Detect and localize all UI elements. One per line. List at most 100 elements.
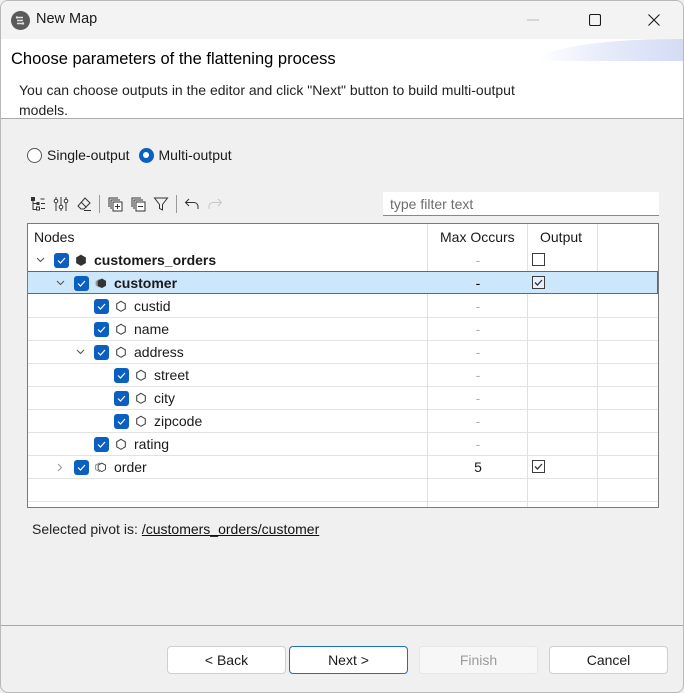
node-checkbox[interactable] bbox=[94, 344, 109, 360]
element-multi-outline-icon bbox=[95, 460, 107, 474]
finish-button[interactable]: Finish bbox=[419, 646, 538, 674]
cancel-button[interactable]: Cancel bbox=[549, 646, 668, 674]
element-outline-icon bbox=[115, 299, 127, 313]
node-checkbox[interactable] bbox=[114, 390, 129, 406]
expand-all-button[interactable] bbox=[106, 194, 124, 214]
node-label: customers_orders bbox=[94, 252, 217, 268]
filter-button[interactable] bbox=[152, 194, 170, 214]
node-label: address bbox=[134, 344, 184, 360]
new-map-dialog: New Map Choose parameters of the flatten… bbox=[0, 0, 684, 693]
tree-row[interactable]: street - bbox=[28, 364, 658, 387]
back-button[interactable]: < Back bbox=[167, 646, 286, 674]
node-cell: city bbox=[94, 387, 175, 409]
max-occurs-value: - bbox=[475, 390, 481, 406]
tree-row[interactable]: name - bbox=[28, 318, 658, 341]
tree-row[interactable]: address - bbox=[28, 341, 658, 364]
column-header-output[interactable]: Output bbox=[540, 224, 582, 249]
redo-icon bbox=[208, 198, 223, 209]
redo-button[interactable] bbox=[206, 194, 224, 214]
element-outline-icon bbox=[135, 368, 147, 382]
selected-pivot: Selected pivot is:/customers_orders/cust… bbox=[32, 521, 319, 537]
tree-row[interactable]: customers_orders - bbox=[28, 249, 658, 272]
filter-icon bbox=[153, 197, 169, 211]
node-cell: order bbox=[54, 456, 147, 478]
clear-button[interactable] bbox=[75, 194, 93, 214]
single-output-radio[interactable]: Single-output bbox=[27, 147, 130, 163]
output-checkbox[interactable] bbox=[532, 460, 545, 473]
node-label: rating bbox=[134, 436, 170, 452]
node-checkbox[interactable] bbox=[94, 298, 109, 314]
single-output-label: Single-output bbox=[47, 147, 130, 163]
column-header-max-occurs[interactable]: Max Occurs bbox=[440, 224, 515, 249]
node-checkbox[interactable] bbox=[114, 413, 129, 429]
max-occurs-value: - bbox=[475, 367, 481, 383]
tree-row[interactable]: city - bbox=[28, 387, 658, 410]
adjust-sliders-icon bbox=[53, 197, 69, 211]
radio-checked-icon bbox=[138, 147, 154, 163]
pivot-label: Selected pivot is: bbox=[32, 521, 138, 537]
max-occurs-value: - bbox=[475, 436, 481, 452]
node-checkbox[interactable] bbox=[54, 252, 69, 268]
toolbar-separator bbox=[176, 195, 177, 213]
tree-structure-button[interactable] bbox=[29, 194, 47, 214]
tree-row[interactable]: customer - bbox=[28, 271, 658, 294]
element-filled-icon bbox=[75, 253, 87, 267]
node-label: zipcode bbox=[154, 413, 203, 429]
tree-row[interactable]: custid - bbox=[28, 295, 658, 318]
undo-button[interactable] bbox=[183, 194, 201, 214]
table-header: Nodes Max Occurs Output bbox=[28, 224, 658, 249]
chevron-right-icon[interactable] bbox=[54, 456, 66, 478]
close-button[interactable] bbox=[631, 1, 677, 39]
chevron-down-icon[interactable] bbox=[34, 249, 46, 271]
max-occurs-value: 5 bbox=[474, 459, 482, 475]
node-checkbox[interactable] bbox=[74, 459, 89, 475]
multi-output-radio[interactable]: Multi-output bbox=[138, 147, 232, 163]
node-checkbox[interactable] bbox=[114, 367, 129, 383]
expand-all-icon bbox=[108, 197, 123, 212]
tree-row[interactable]: zipcode - bbox=[28, 410, 658, 433]
footer-separator bbox=[1, 625, 683, 626]
maximize-button[interactable] bbox=[572, 1, 618, 39]
node-checkbox[interactable] bbox=[94, 436, 109, 452]
tree-row[interactable]: rating - bbox=[28, 433, 658, 456]
output-checkbox[interactable] bbox=[532, 276, 545, 289]
output-checkbox[interactable] bbox=[532, 253, 545, 266]
collapse-all-icon bbox=[131, 197, 146, 212]
undo-icon bbox=[184, 198, 199, 209]
chevron-down-icon[interactable] bbox=[74, 341, 86, 363]
collapse-all-button[interactable] bbox=[129, 194, 147, 214]
chevron-down-icon[interactable] bbox=[54, 272, 66, 294]
element-multi-filled-icon bbox=[95, 276, 107, 290]
adjust-button[interactable] bbox=[52, 194, 70, 214]
node-checkbox[interactable] bbox=[74, 275, 89, 291]
element-outline-icon bbox=[115, 322, 127, 336]
element-outline-icon bbox=[115, 345, 127, 359]
node-cell: customer bbox=[54, 272, 177, 294]
minimize-icon bbox=[527, 19, 539, 21]
node-label: city bbox=[154, 390, 175, 406]
tree-row bbox=[28, 479, 658, 502]
header-decoration bbox=[538, 39, 683, 61]
node-cell: zipcode bbox=[94, 410, 202, 432]
node-label: custid bbox=[134, 298, 171, 314]
element-outline-icon bbox=[135, 391, 147, 405]
app-logo-icon bbox=[11, 11, 30, 30]
node-checkbox[interactable] bbox=[94, 321, 109, 337]
column-header-nodes[interactable]: Nodes bbox=[34, 224, 74, 249]
next-button[interactable]: Next > bbox=[289, 646, 408, 674]
node-cell: customers_orders bbox=[34, 249, 216, 271]
multi-output-label: Multi-output bbox=[158, 147, 232, 163]
window-title: New Map bbox=[36, 11, 98, 27]
filter-input[interactable] bbox=[390, 193, 659, 215]
node-cell: street bbox=[94, 364, 189, 386]
close-icon bbox=[648, 14, 660, 26]
minimize-button[interactable] bbox=[510, 1, 556, 39]
nodes-tree-table[interactable]: Nodes Max Occurs Output customers_orders… bbox=[27, 223, 659, 508]
pivot-path-link[interactable]: /customers_orders/customer bbox=[142, 521, 319, 537]
max-occurs-value: - bbox=[475, 413, 481, 429]
filter-field[interactable] bbox=[383, 192, 659, 216]
wizard-header: Choose parameters of the flattening proc… bbox=[1, 39, 683, 119]
tree-row[interactable]: order 5 bbox=[28, 456, 658, 479]
